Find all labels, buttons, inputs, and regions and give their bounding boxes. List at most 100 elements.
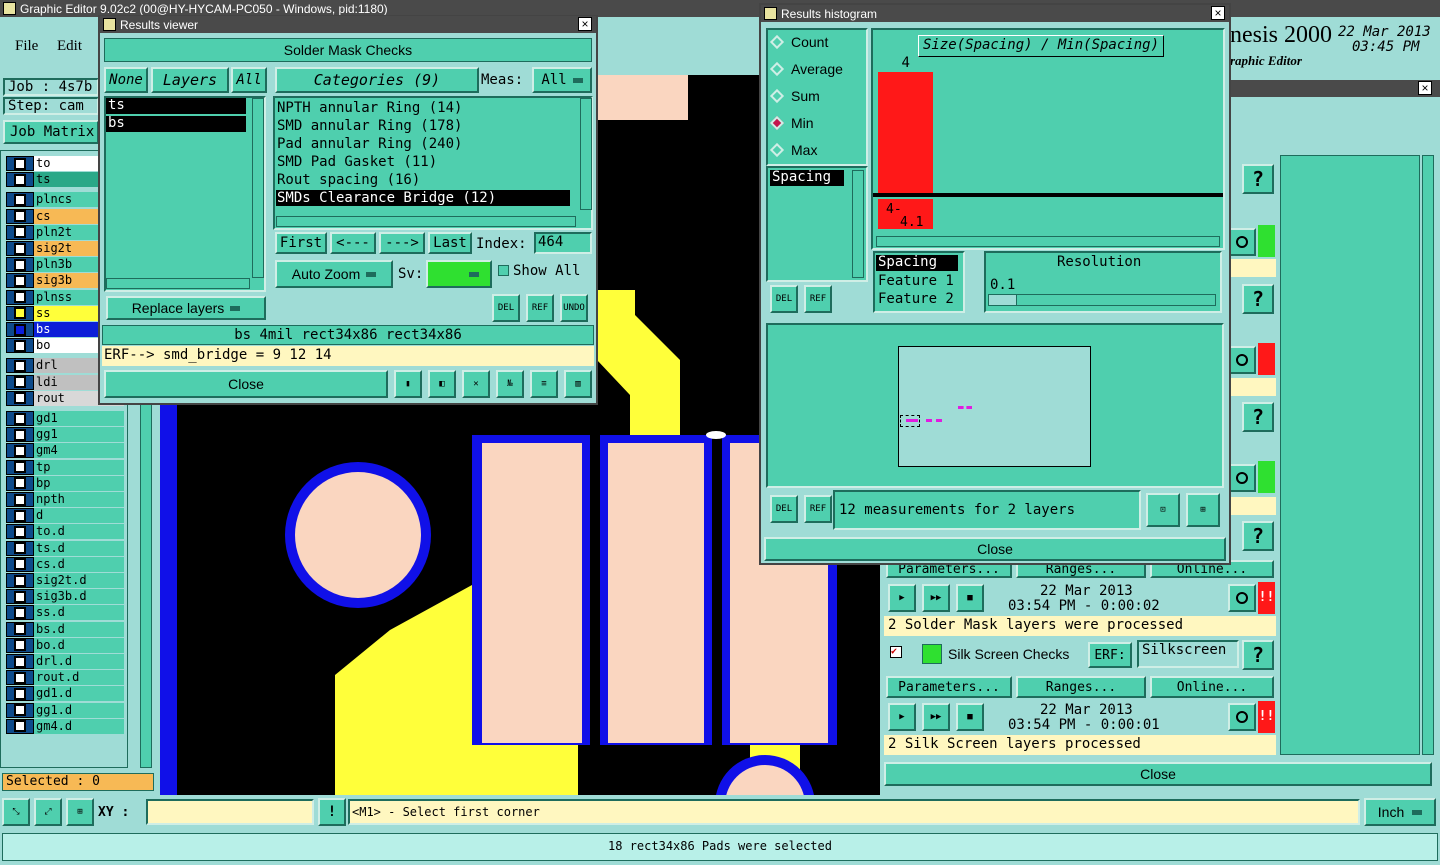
run-all-icon-2[interactable]: ▶▶ — [922, 703, 950, 731]
layer-row[interactable]: bp — [6, 475, 124, 491]
layer-checkbox[interactable] — [6, 686, 34, 702]
erf-field[interactable]: Silkscreen — [1137, 640, 1239, 668]
menu-edit[interactable]: Edit — [57, 38, 82, 55]
histogram-ref-button[interactable]: REF — [804, 285, 832, 313]
category-item[interactable]: Rout spacing (16) — [276, 172, 570, 188]
preview-del-button[interactable]: DEL — [770, 495, 798, 523]
first-button[interactable]: First — [275, 232, 327, 254]
category-item[interactable]: SMD Pad Gasket (11) — [276, 154, 570, 170]
layer-checkbox[interactable] — [6, 605, 34, 621]
layer-checkbox[interactable] — [6, 556, 34, 572]
layer-checkbox[interactable] — [6, 508, 34, 524]
preview-ref-button[interactable]: REF — [804, 495, 832, 523]
mode-option[interactable]: Average — [769, 61, 843, 77]
layer-checkbox[interactable] — [6, 573, 34, 588]
measure-vscroll[interactable] — [852, 170, 864, 278]
layer-row[interactable]: gm4 — [6, 443, 124, 459]
layer-checkbox[interactable] — [6, 305, 34, 321]
layer-checkbox[interactable] — [6, 540, 34, 556]
del-button[interactable]: DEL — [492, 294, 520, 322]
layer-row[interactable]: d — [6, 508, 124, 524]
histogram-icon[interactable]: ▥ — [564, 370, 592, 398]
layer-checkbox[interactable] — [6, 443, 34, 459]
index-input[interactable]: 464 — [534, 232, 592, 254]
layer-checkbox[interactable] — [6, 637, 34, 653]
layer-checkbox[interactable] — [6, 492, 34, 507]
checks-close-button[interactable]: Close — [884, 762, 1432, 786]
layers-vscroll[interactable] — [252, 98, 264, 278]
show-all-checkbox[interactable] — [498, 265, 509, 276]
layer-checkbox[interactable] — [6, 172, 34, 188]
categories-hscroll[interactable] — [276, 216, 576, 227]
mode-option[interactable]: Max — [769, 142, 817, 158]
zoom-fit-icon[interactable]: ⤡ — [2, 798, 30, 826]
mode-option[interactable]: Count — [769, 34, 828, 50]
category-item[interactable]: SMD annular Ring (178) — [276, 118, 570, 134]
job-matrix-button[interactable]: Job Matrix — [3, 120, 99, 144]
next-button[interactable]: ---> — [379, 232, 425, 254]
layer-checkbox[interactable] — [6, 670, 34, 686]
chart-hscroll[interactable] — [876, 236, 1220, 247]
layer-row[interactable]: sig3b.d — [6, 589, 124, 605]
zoom-icon-5[interactable] — [1228, 703, 1256, 731]
feature-item-spacing[interactable]: Spacing — [876, 255, 958, 271]
layer-checkbox[interactable] — [6, 358, 34, 374]
checks-close-icon[interactable]: × — [1418, 81, 1432, 95]
results-viewer-close-icon[interactable]: × — [578, 17, 592, 31]
mode-option[interactable]: Min — [769, 115, 814, 131]
grid-icon[interactable]: ⊞ — [66, 798, 94, 826]
ref-button[interactable]: REF — [526, 294, 554, 322]
category-item[interactable]: Pad annular Ring (240) — [276, 136, 570, 152]
alert-icon[interactable]: ! — [318, 798, 346, 826]
layer-checkbox[interactable] — [6, 289, 34, 305]
run-all-icon-1[interactable]: ▶▶ — [922, 584, 950, 612]
layer-row[interactable]: bs.d — [6, 621, 124, 637]
layer-row[interactable]: cs.d — [6, 556, 124, 572]
category-item[interactable]: SMDs Clearance Bridge (12) — [276, 190, 570, 206]
zoom-icon-3[interactable] — [1228, 464, 1256, 492]
histogram-close-icon[interactable]: × — [1211, 6, 1225, 20]
run-icon-1[interactable]: ▶ — [888, 584, 916, 612]
layer-checkbox[interactable] — [6, 621, 34, 637]
last-button[interactable]: Last — [428, 232, 472, 254]
run-icon-2[interactable]: ▶ — [888, 703, 916, 731]
auto-zoom-select[interactable]: Auto Zoom — [275, 260, 393, 288]
layer-checkbox[interactable] — [6, 338, 34, 354]
first-result-icon[interactable]: ▮ — [394, 370, 422, 398]
layer-row[interactable]: gg1 — [6, 427, 124, 443]
clear-ref-icon[interactable]: ✕ — [462, 370, 490, 398]
layer-row[interactable]: gd1.d — [6, 686, 124, 702]
ranges-button-2[interactable]: Ranges... — [1016, 676, 1146, 698]
online-button-2[interactable]: Online... — [1150, 676, 1274, 698]
layer-row[interactable]: drl.d — [6, 654, 124, 669]
layer-checkbox[interactable] — [6, 411, 34, 426]
parameters-button-2[interactable]: Parameters... — [886, 676, 1012, 698]
layer-checkbox[interactable] — [6, 524, 34, 540]
layers-none-button[interactable]: None — [104, 67, 148, 93]
layer-checkbox[interactable] — [6, 224, 34, 240]
prev-button[interactable]: <--- — [330, 232, 376, 254]
layer-row[interactable]: gm4.d — [6, 718, 124, 734]
layer-row[interactable]: gg1.d — [6, 702, 124, 718]
layer-checkbox[interactable] — [6, 390, 34, 406]
layer-row[interactable]: gd1 — [6, 411, 124, 426]
menu-file[interactable]: File — [15, 38, 38, 55]
feature-item-2[interactable]: Feature 2 — [876, 291, 954, 307]
zoom-area-icon[interactable]: ⤢ — [34, 798, 62, 826]
help-button-5[interactable]: ? — [1242, 640, 1274, 670]
layer-row[interactable]: ts.d — [6, 540, 124, 556]
layers-all-button[interactable]: All — [231, 67, 267, 93]
units-select[interactable]: Inch — [1364, 798, 1436, 826]
layer-checkbox[interactable] — [6, 475, 34, 491]
layer-checkbox[interactable] — [6, 459, 34, 475]
help-button-4[interactable]: ? — [1242, 521, 1274, 551]
help-button-2[interactable]: ? — [1242, 284, 1274, 314]
layer-row[interactable]: to.d — [6, 524, 124, 540]
resolution-slider-handle[interactable] — [989, 295, 1017, 305]
silk-check-toggle[interactable]: ✔ — [890, 646, 902, 658]
numbering-icon[interactable]: № — [496, 370, 524, 398]
layer-row[interactable]: ss.d — [6, 605, 124, 621]
zoom-icon-4[interactable] — [1228, 584, 1256, 612]
histogram-close-button[interactable]: Close — [764, 537, 1226, 561]
layer-checkbox[interactable] — [6, 273, 34, 289]
